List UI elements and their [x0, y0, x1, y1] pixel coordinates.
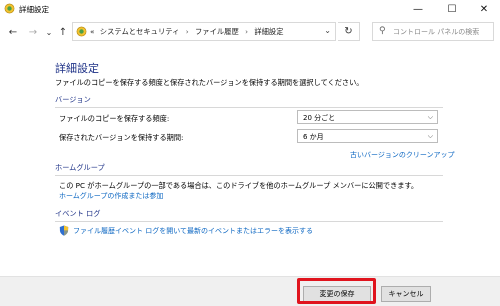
open-event-log-link[interactable]: ファイル履歴イベント ログを開いて最新のイベントまたはエラーを表示する	[73, 226, 313, 236]
breadcrumb-separator-icon: ›	[245, 27, 249, 36]
title-bar: 詳細設定 — ☐ ✕	[0, 0, 500, 18]
breadcrumb-overflow-icon[interactable]: «	[90, 27, 94, 36]
control-panel-icon	[4, 3, 15, 14]
keep-versions-select[interactable]: 6 か月 ⌵	[297, 129, 438, 143]
keep-versions-value: 6 か月	[303, 133, 324, 141]
clean-up-versions-link[interactable]: 古いバージョンのクリーンアップ	[350, 150, 455, 160]
breadcrumb: « システムとセキュリティ › ファイル履歴 › 詳細設定	[90, 27, 284, 37]
refresh-icon[interactable]: ↻	[338, 22, 360, 41]
uac-shield-icon	[59, 225, 69, 236]
search-icon: ⚲	[379, 26, 386, 36]
save-button-highlight-box	[297, 278, 376, 304]
save-frequency-label: ファイルのコピーを保存する頻度:	[59, 114, 170, 123]
minimize-button[interactable]: —	[402, 0, 434, 18]
footer-bar: 変更の保存 キャンセル	[0, 276, 500, 306]
up-arrow-icon[interactable]: ↑	[56, 24, 70, 40]
search-box[interactable]: ⚲	[372, 22, 494, 41]
save-frequency-value: 20 分ごと	[303, 114, 336, 122]
breadcrumb-item-advanced-settings[interactable]: 詳細設定	[254, 27, 283, 36]
control-panel-icon	[76, 26, 87, 37]
eventlog-section-header: イベント ログ	[55, 209, 443, 222]
recent-locations-chevron-icon[interactable]: ⌄	[42, 24, 56, 40]
maximize-button[interactable]: ☐	[436, 0, 468, 18]
breadcrumb-separator-icon: ›	[185, 27, 189, 36]
cancel-button[interactable]: キャンセル	[381, 286, 431, 302]
breadcrumb-item-system-security[interactable]: システムとセキュリティ	[97, 27, 180, 36]
close-button[interactable]: ✕	[468, 0, 500, 18]
page-description: ファイルのコピーを保存する頻度と保存されたバージョンを保持する期間を選択してくだ…	[55, 78, 364, 87]
breadcrumb-item-file-history[interactable]: ファイル履歴	[195, 27, 239, 36]
search-input[interactable]	[393, 26, 489, 38]
address-bar[interactable]: « システムとセキュリティ › ファイル履歴 › 詳細設定 ⌄	[72, 22, 336, 41]
page-title: 詳細設定	[55, 62, 99, 75]
homegroup-description: この PC がホームグループの一部である場合は、このドライブを他のホームグループ…	[59, 181, 419, 190]
back-arrow-icon[interactable]: ←	[6, 24, 20, 40]
homegroup-create-join-link[interactable]: ホームグループの作成または参加	[59, 191, 163, 201]
save-frequency-select[interactable]: 20 分ごと ⌵	[297, 110, 438, 124]
versions-section-header: バージョン	[55, 95, 443, 108]
address-dropdown-icon[interactable]: ⌄	[324, 26, 331, 35]
chevron-down-icon: ⌵	[427, 132, 433, 140]
homegroup-section-header: ホームグループ	[55, 163, 443, 176]
forward-arrow-icon[interactable]: →	[26, 24, 40, 40]
keep-versions-label: 保存されたバージョンを保持する期間:	[59, 133, 184, 142]
chevron-down-icon: ⌵	[427, 113, 433, 121]
window-title: 詳細設定	[19, 5, 49, 14]
navigation-bar: ← → ⌄ ↑ « システムとセキュリティ › ファイル履歴 › 詳細設定 ⌄ …	[0, 20, 500, 44]
